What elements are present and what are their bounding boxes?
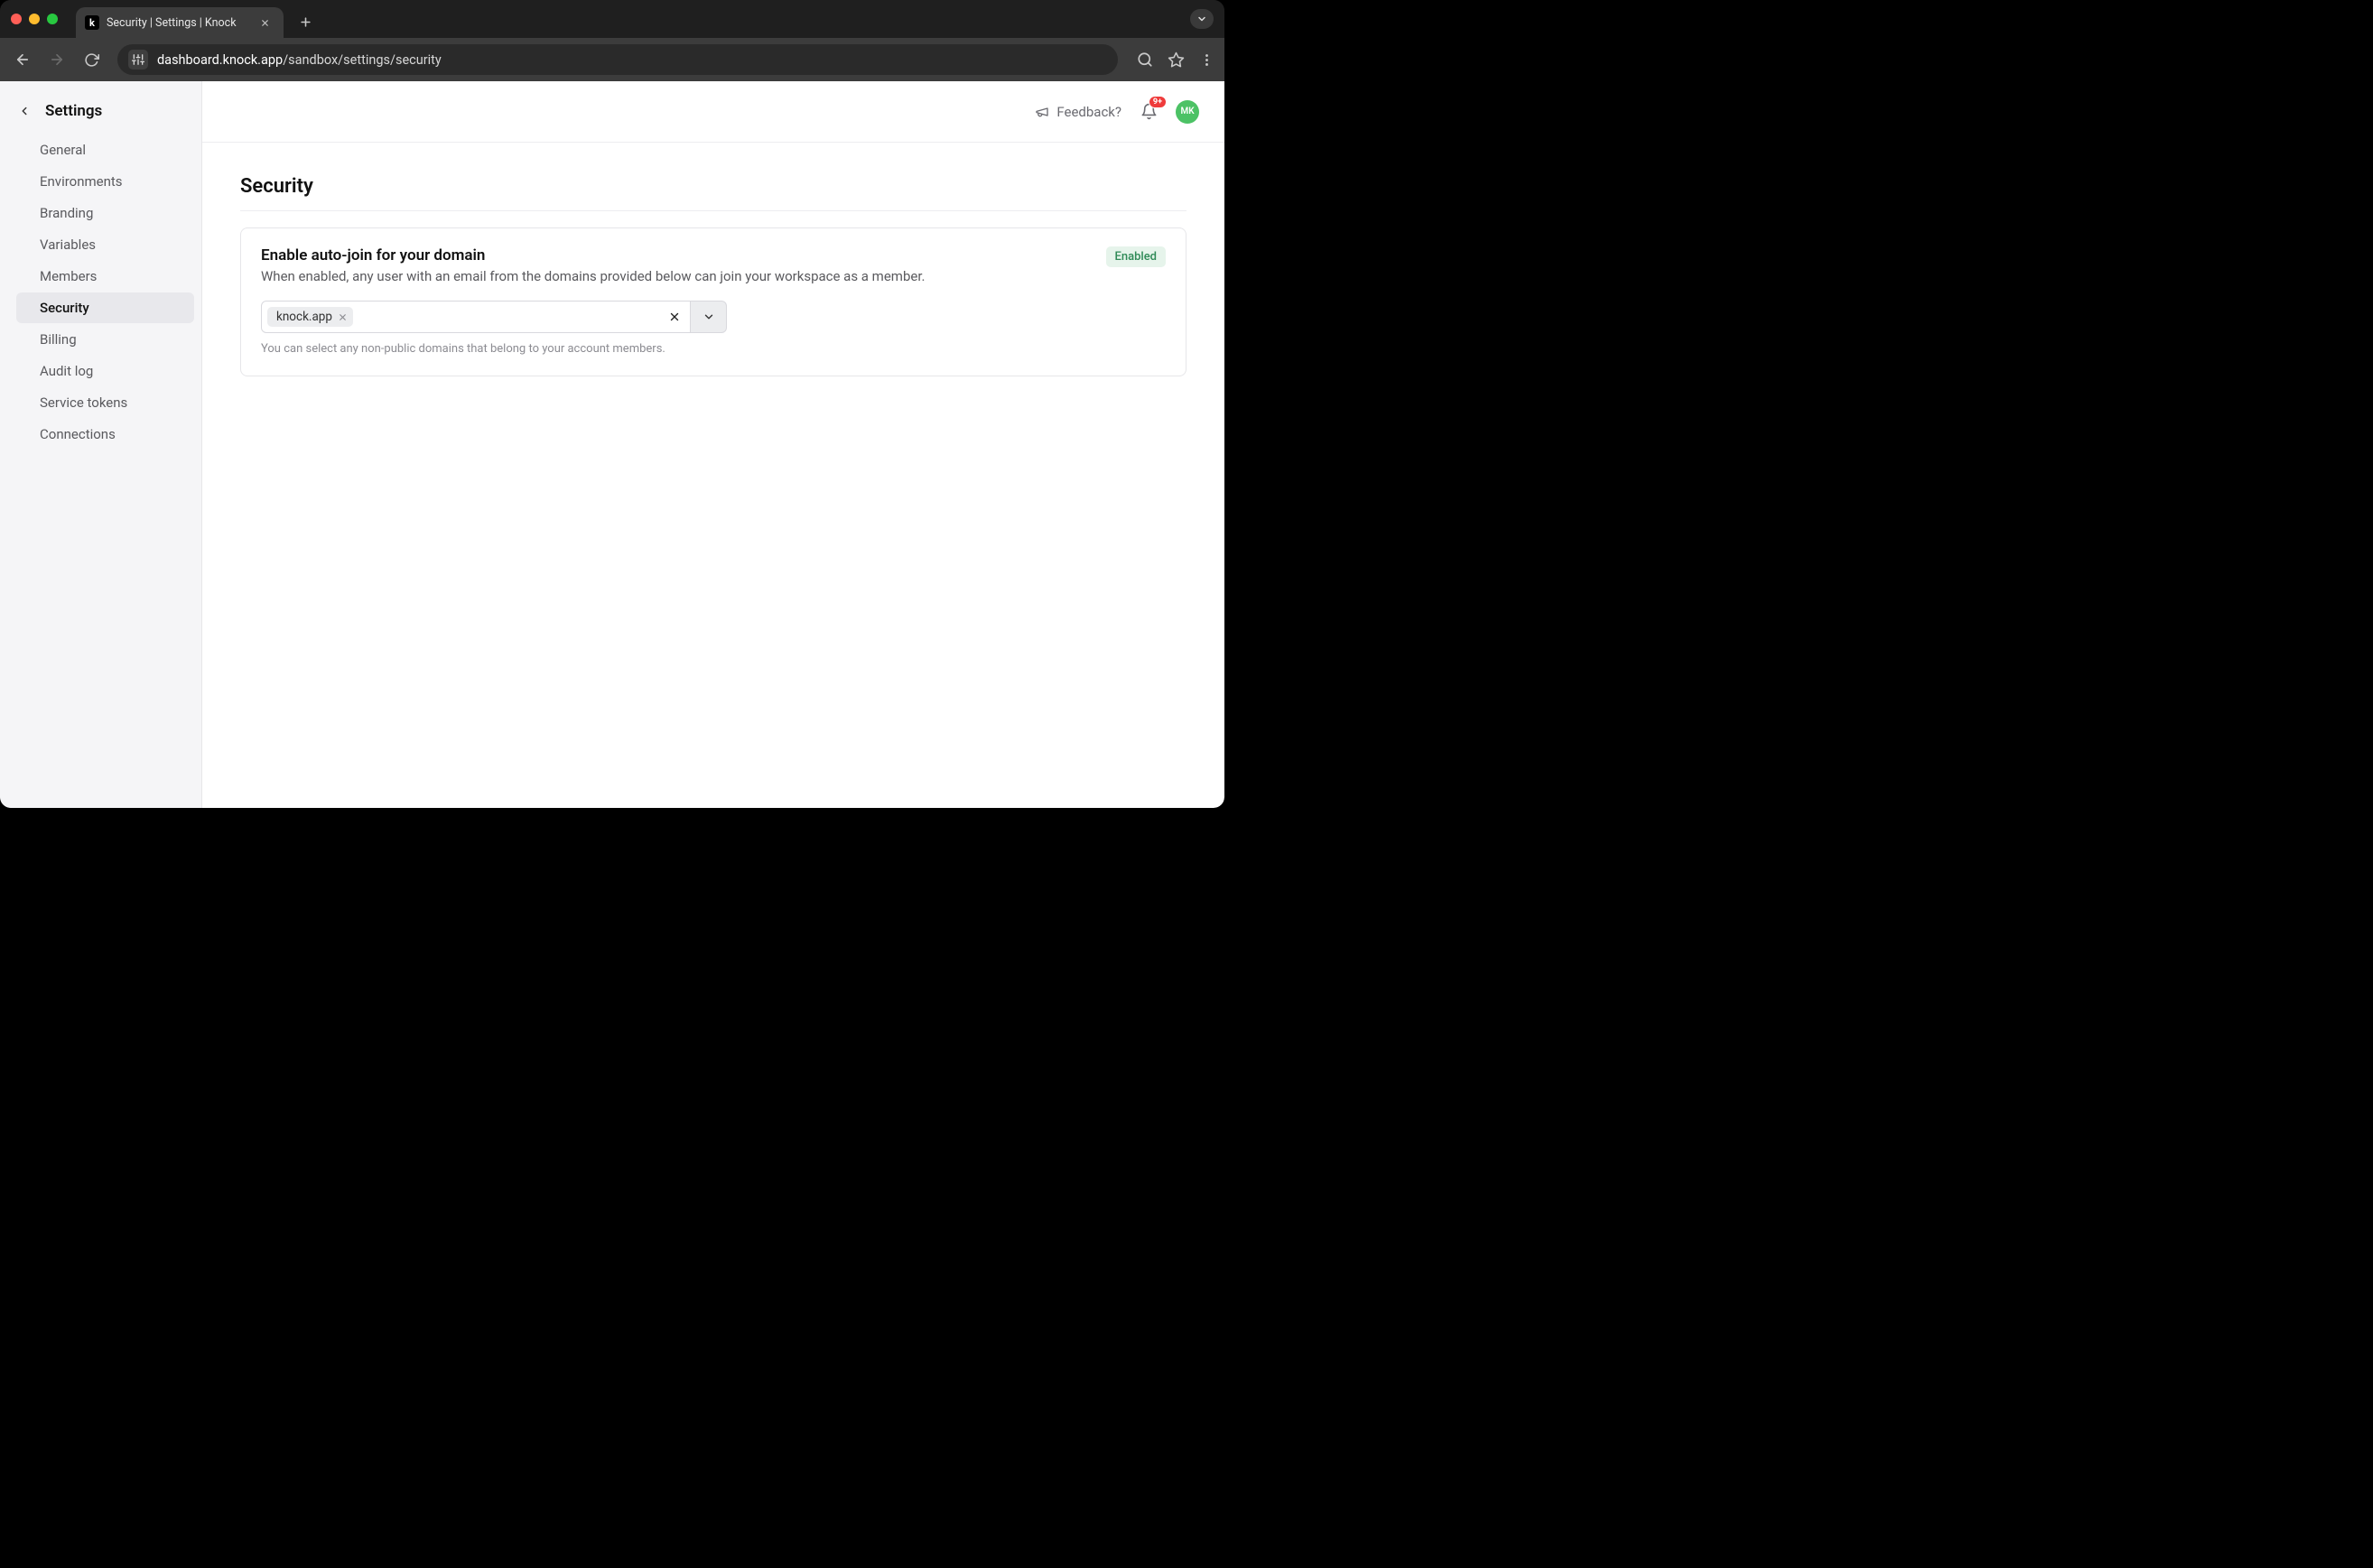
feedback-button[interactable]: Feedback? [1035, 104, 1121, 120]
feedback-label: Feedback? [1056, 104, 1121, 120]
tab-title: Security | Settings | Knock [107, 16, 253, 30]
notification-badge: 9+ [1149, 96, 1167, 108]
sidebar-item-variables[interactable]: Variables [16, 229, 194, 260]
browser-tab-active[interactable]: k Security | Settings | Knock [76, 7, 284, 38]
new-tab-button[interactable] [293, 9, 318, 34]
notifications-button[interactable]: 9+ [1138, 101, 1159, 123]
settings-sidebar: Settings GeneralEnvironmentsBrandingVari… [0, 81, 202, 808]
megaphone-icon [1035, 105, 1049, 119]
domain-hint: You can select any non-public domains th… [261, 342, 1166, 356]
sidebar-item-environments[interactable]: Environments [16, 166, 194, 197]
window-close-button[interactable] [11, 14, 22, 24]
window-fullscreen-button[interactable] [47, 14, 58, 24]
zoom-icon[interactable] [1136, 51, 1154, 69]
chip-remove-button[interactable] [338, 312, 348, 322]
sidebar-item-connections[interactable]: Connections [16, 419, 194, 450]
nav-forward-button[interactable] [43, 46, 70, 73]
window-controls [11, 14, 58, 24]
status-badge: Enabled [1106, 246, 1167, 267]
url-text: dashboard.knock.app/sandbox/settings/sec… [157, 52, 442, 68]
site-settings-icon[interactable] [128, 50, 148, 70]
sidebar-item-security[interactable]: Security [16, 292, 194, 323]
card-title: Enable auto-join for your domain [261, 246, 925, 264]
nav-back-button[interactable] [9, 46, 36, 73]
domain-chip: knock.app [267, 307, 353, 327]
domain-multiselect[interactable]: knock.app [261, 301, 691, 333]
bookmark-star-icon[interactable] [1167, 51, 1185, 69]
clear-all-button[interactable] [668, 311, 681, 323]
sidebar-item-branding[interactable]: Branding [16, 198, 194, 228]
auto-join-card: Enable auto-join for your domain When en… [240, 227, 1186, 376]
sidebar-item-billing[interactable]: Billing [16, 324, 194, 355]
browser-menu-icon[interactable] [1197, 51, 1215, 69]
card-subtitle: When enabled, any user with an email fro… [261, 268, 925, 284]
sidebar-item-members[interactable]: Members [16, 261, 194, 292]
nav-reload-button[interactable] [78, 46, 105, 73]
window-minimize-button[interactable] [29, 14, 40, 24]
browser-tab-bar: k Security | Settings | Knock [0, 0, 1224, 38]
avatar[interactable]: MK [1176, 100, 1199, 124]
tab-overflow-button[interactable] [1190, 9, 1214, 29]
sidebar-item-audit-log[interactable]: Audit log [16, 356, 194, 386]
app-header: Feedback? 9+ MK [202, 81, 1224, 143]
sidebar-back-button[interactable] [14, 101, 34, 121]
sidebar-item-general[interactable]: General [16, 135, 194, 165]
address-bar[interactable]: dashboard.knock.app/sandbox/settings/sec… [117, 44, 1118, 75]
sidebar-title: Settings [45, 102, 102, 120]
page-title: Security [240, 175, 1186, 211]
domain-dropdown-button[interactable] [691, 301, 727, 333]
tab-close-button[interactable] [260, 18, 275, 28]
tab-favicon: k [85, 15, 99, 30]
sidebar-item-service-tokens[interactable]: Service tokens [16, 387, 194, 418]
domain-chip-label: knock.app [276, 310, 332, 324]
browser-toolbar: dashboard.knock.app/sandbox/settings/sec… [0, 38, 1224, 81]
